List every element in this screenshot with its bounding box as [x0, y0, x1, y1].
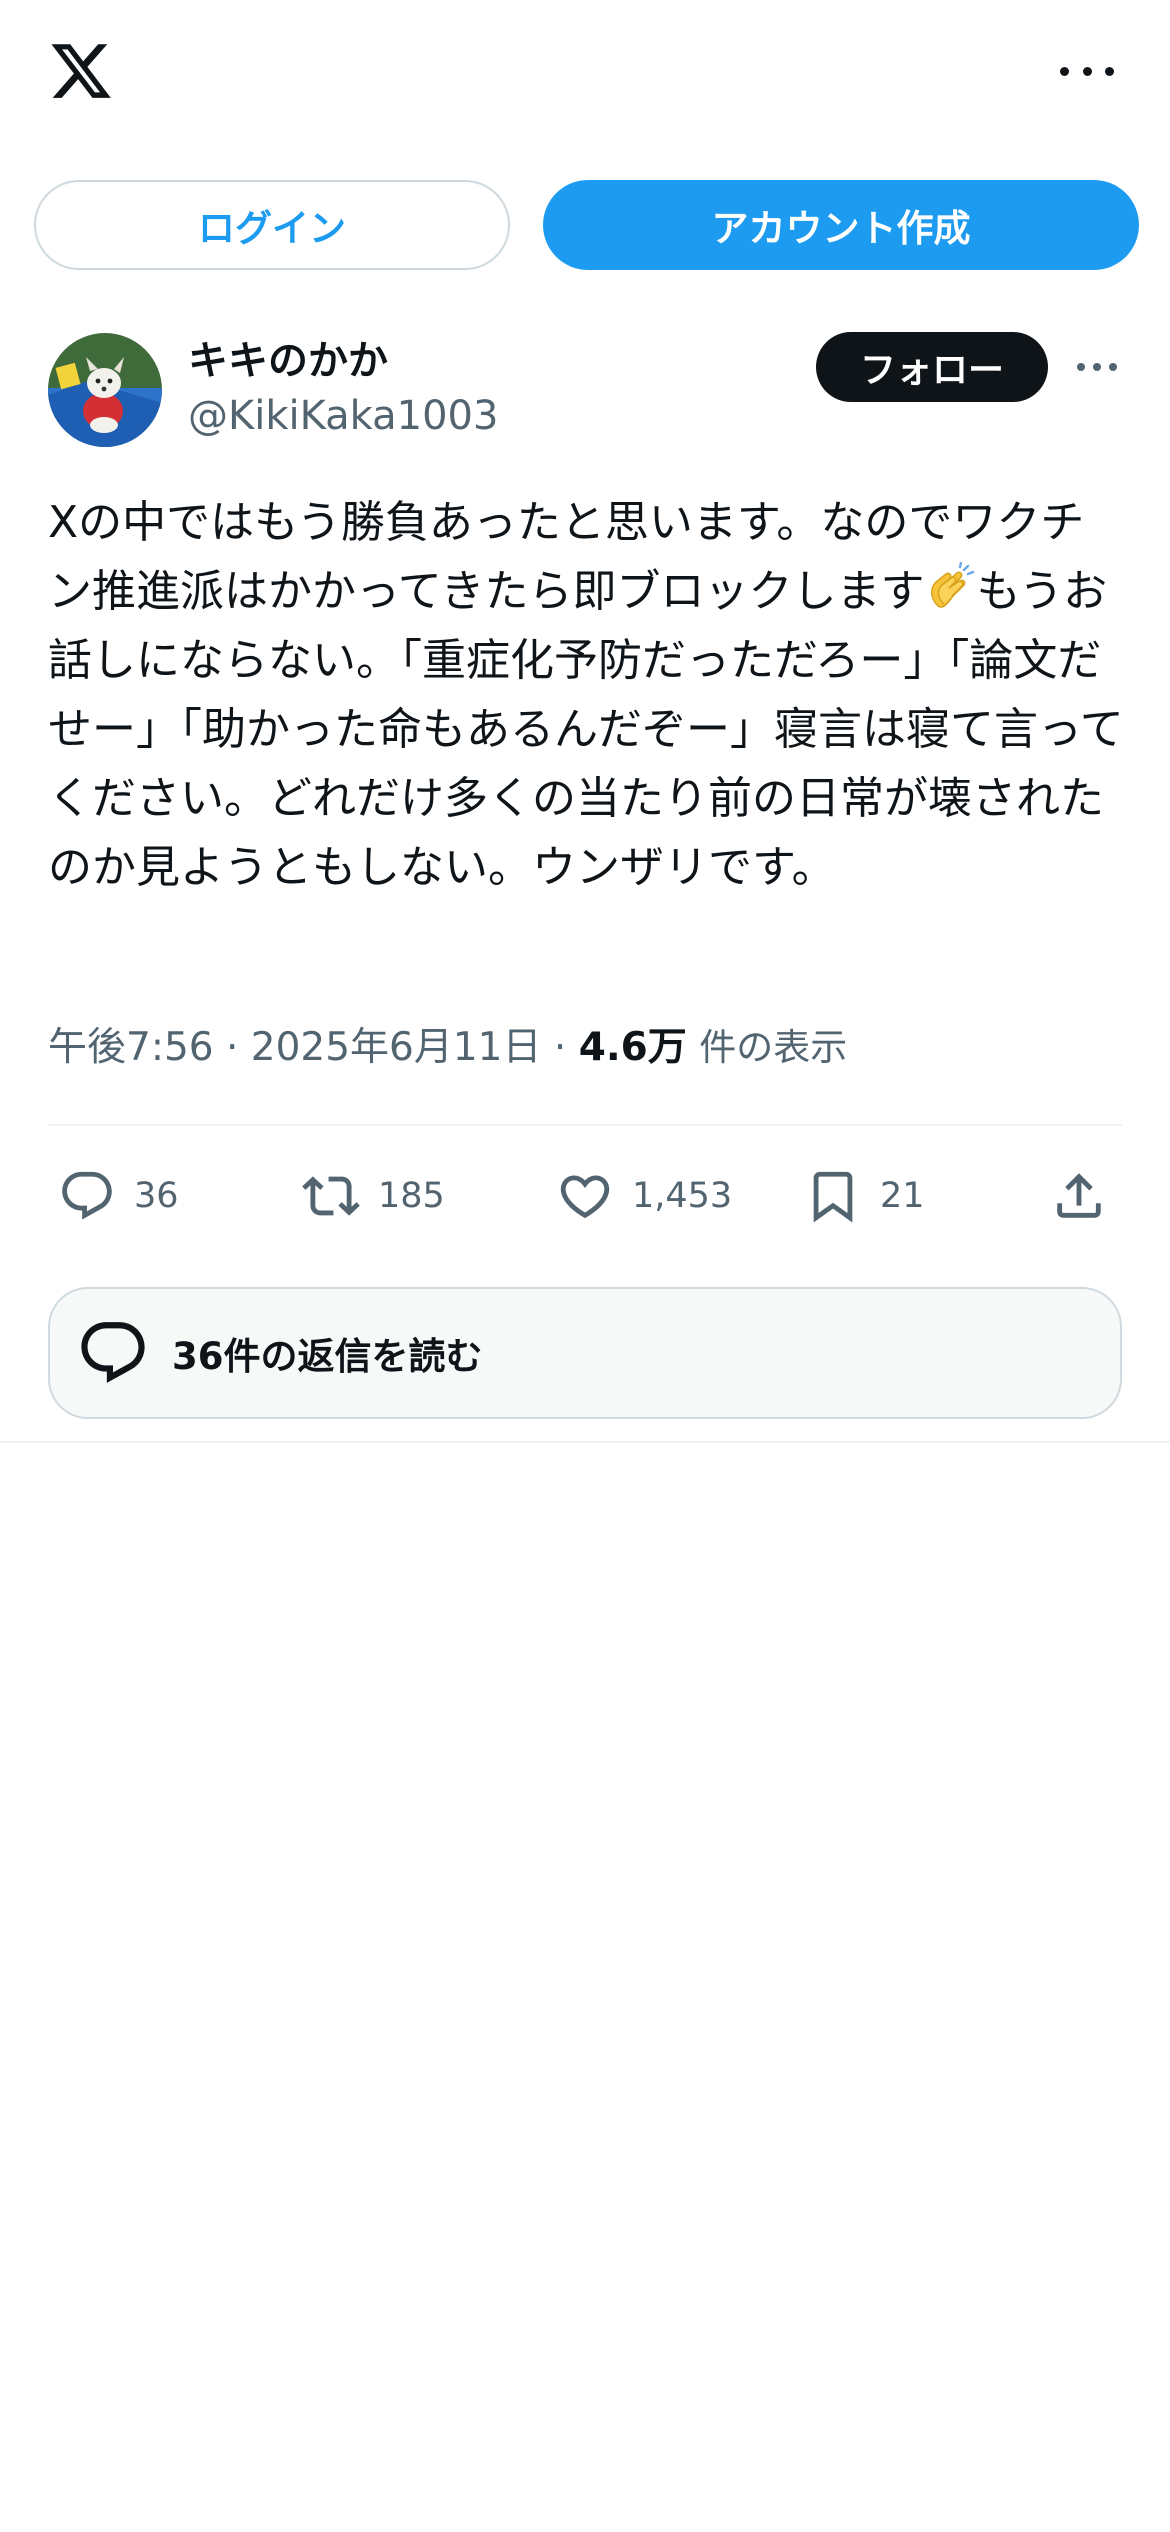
login-button[interactable]: ログイン	[34, 180, 510, 270]
tweet-meta: 午後7:56 · 2025年6月11日 · 4.6万 件の表示	[48, 1016, 847, 1072]
reply-icon	[62, 1171, 112, 1220]
retweet-icon	[302, 1176, 360, 1216]
share-icon	[1057, 1173, 1101, 1218]
top-bar	[0, 0, 1170, 150]
divider	[48, 1124, 1122, 1126]
reply-bubble-icon	[81, 1322, 145, 1383]
more-options-icon[interactable]	[1060, 56, 1114, 86]
tweet-time[interactable]: 午後7:56	[48, 1025, 214, 1070]
clapping-hands-emoji-icon	[931, 562, 975, 608]
meta-separator: ·	[213, 1025, 251, 1070]
share-button[interactable]	[1050, 1162, 1108, 1230]
tweet-text: Xの中ではもう勝負あったと思います。なのでワクチン推進派はかかってきたら即ブロッ…	[48, 488, 1128, 902]
reply-button[interactable]: 36	[58, 1162, 179, 1230]
author-display-name[interactable]: キキのかか	[188, 328, 388, 386]
like-count: 1,453	[632, 1176, 733, 1216]
post-more-icon[interactable]	[1077, 355, 1117, 379]
bookmark-button[interactable]: 21	[804, 1162, 925, 1230]
divider	[0, 1441, 1170, 1443]
avatar[interactable]	[48, 333, 162, 447]
bookmark-count: 21	[880, 1176, 925, 1216]
retweet-count: 185	[378, 1176, 445, 1216]
create-account-button[interactable]: アカウント作成	[543, 180, 1139, 270]
views-label: 件の表示	[699, 1026, 848, 1069]
meta-separator: ·	[541, 1025, 579, 1070]
retweet-button[interactable]: 185	[302, 1162, 445, 1230]
bookmark-icon	[813, 1171, 853, 1223]
reply-count: 36	[134, 1176, 179, 1216]
x-logo-icon[interactable]	[46, 38, 116, 104]
read-replies-button[interactable]: 36件の返信を読む	[48, 1287, 1122, 1419]
author-handle[interactable]: @KikiKaka1003	[188, 393, 498, 439]
views-count: 4.6万	[578, 1025, 687, 1070]
tweet-page: ログイン アカウント作成 キキのかか @KikiKaka1003 フォロー Xの…	[0, 0, 1170, 2532]
follow-button[interactable]: フォロー	[816, 332, 1048, 402]
read-replies-label: 36件の返信を読む	[172, 1335, 483, 1378]
heart-icon	[560, 1175, 610, 1219]
tweet-date[interactable]: 2025年6月11日	[251, 1025, 542, 1070]
like-button[interactable]: 1,453	[556, 1162, 732, 1230]
dog-avatar-image	[48, 333, 162, 447]
